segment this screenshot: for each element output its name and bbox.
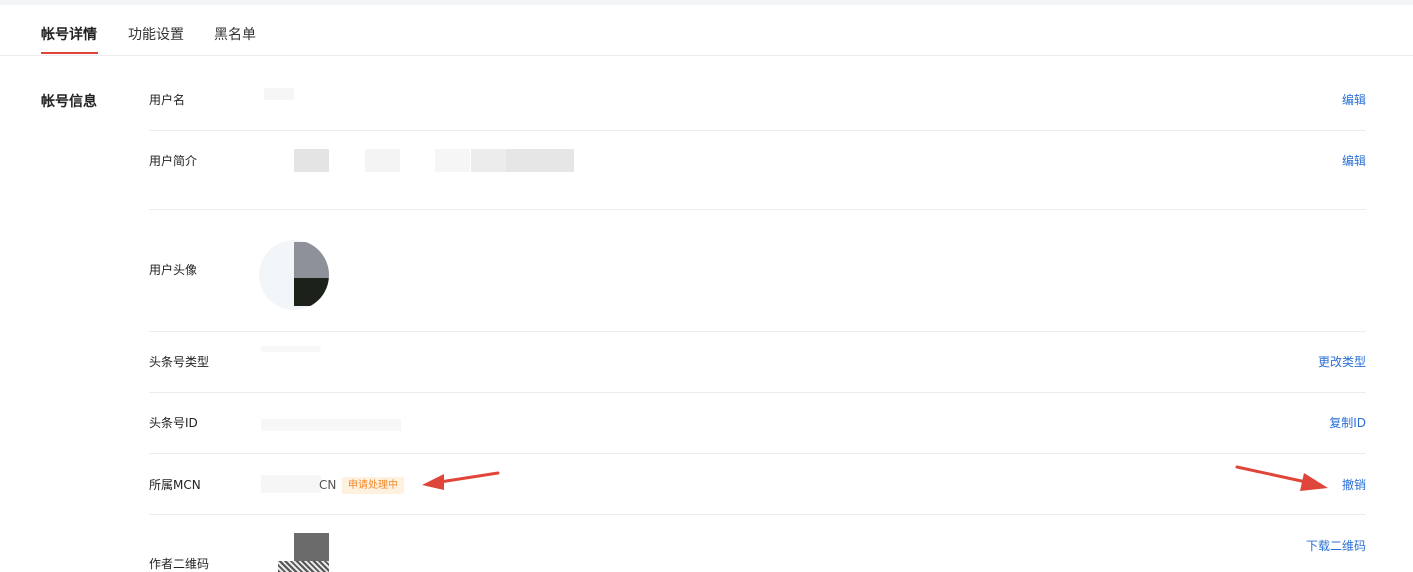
row-account-type: 头条号类型 更改类型 [149,332,1366,393]
active-tab-indicator [41,52,98,54]
download-qrcode-button[interactable]: 下载二维码 [1306,538,1366,554]
account-type-value-redacted [261,346,321,352]
bio-value-redacted-3 [435,149,470,172]
mcn-status-badge: 申请处理中 [342,477,404,494]
revoke-mcn-button[interactable]: 撤销 [1342,477,1366,493]
edit-bio-button[interactable]: 编辑 [1342,153,1366,169]
row-avatar: 用户头像 [149,210,1366,332]
account-id-label: 头条号ID [149,416,198,430]
account-type-label: 头条号类型 [149,355,210,369]
row-bio: 用户简介 编辑 [149,131,1366,210]
tab-function-settings[interactable]: 功能设置 [128,26,184,44]
tab-account-details[interactable]: 帐号详情 [41,26,97,44]
qrcode-image-lower [278,561,329,572]
avatar-label: 用户头像 [149,263,198,277]
tab-blacklist[interactable]: 黑名单 [214,26,256,44]
avatar[interactable] [259,240,329,310]
mcn-name-redacted [261,475,321,493]
mcn-label: 所属MCN [149,478,201,492]
qrcode-image [294,533,329,561]
annotation-arrow-left-icon [422,471,500,490]
bio-value-redacted [294,149,329,172]
section-title-account-info: 帐号信息 [41,94,97,110]
change-type-button[interactable]: 更改类型 [1318,354,1366,370]
username-label: 用户名 [149,93,186,107]
tab-bar: 帐号详情 功能设置 黑名单 [0,5,1413,56]
bio-value-redacted-2 [365,149,400,172]
bio-value-redacted-4 [471,149,506,172]
edit-username-button[interactable]: 编辑 [1342,92,1366,108]
qrcode-label: 作者二维码 [149,557,210,571]
row-mcn: 所属MCN CN 申请处理中 撤销 [149,454,1366,515]
bio-label: 用户简介 [149,154,198,168]
account-id-value-redacted [261,419,401,431]
mcn-name-suffix: CN [319,478,337,492]
bio-value-redacted-5 [506,149,574,172]
row-qrcode: 作者二维码 下载二维码 [149,515,1366,572]
row-username: 用户名 编辑 [149,70,1366,131]
row-account-id: 头条号ID 复制ID [149,393,1366,454]
copy-id-button[interactable]: 复制ID [1329,415,1366,431]
username-value-redacted [264,88,294,100]
annotation-arrow-right-icon [1235,465,1328,491]
